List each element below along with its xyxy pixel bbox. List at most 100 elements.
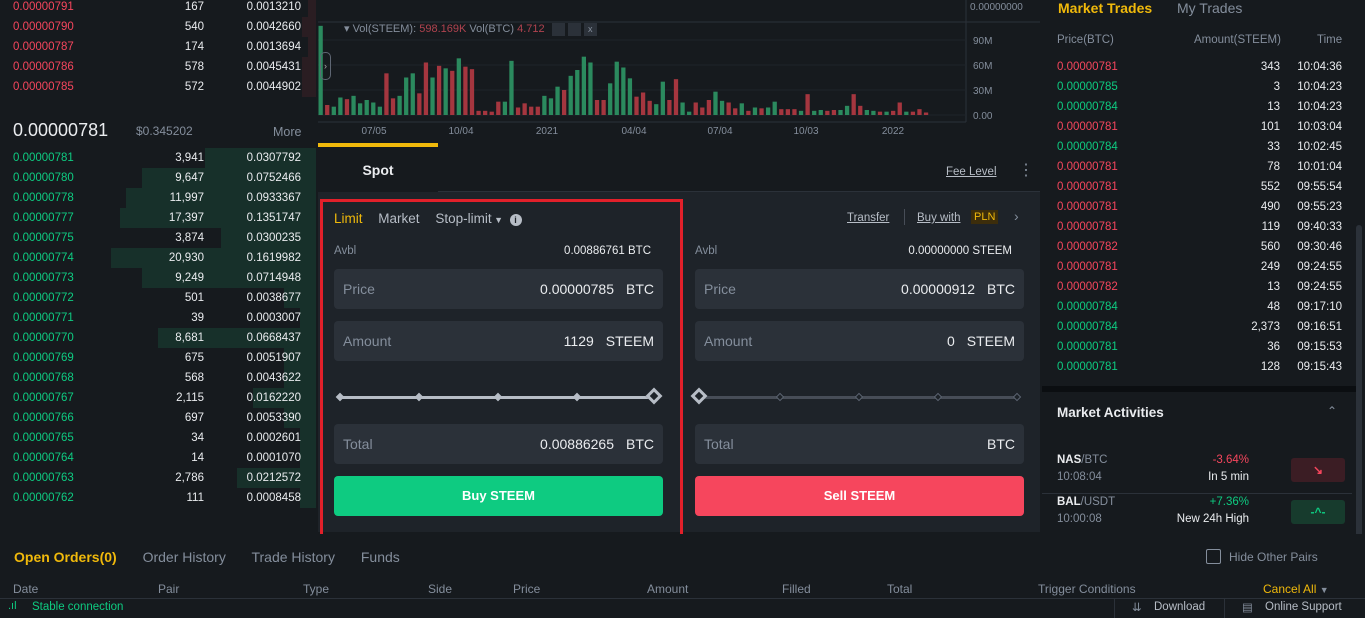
ask-row[interactable]: 0.00000785 572 0.0044902 xyxy=(0,77,316,97)
tab-funds[interactable]: Funds xyxy=(361,549,400,565)
bid-row[interactable]: 0.00000781 3,941 0.0307792 xyxy=(0,148,316,168)
bid-row[interactable]: 0.00000780 9,647 0.0752466 xyxy=(0,168,316,188)
bid-row[interactable]: 0.00000762 111 0.0008458 xyxy=(0,488,316,508)
bid-row[interactable]: 0.00000777 17,397 0.1351747 xyxy=(0,208,316,228)
bid-price: 0.00000767 xyxy=(13,392,74,404)
ask-row[interactable]: 0.00000790 540 0.0042660 xyxy=(0,17,316,37)
volume-bar xyxy=(772,101,777,115)
more-link[interactable]: More xyxy=(273,125,301,139)
volume-bar xyxy=(726,102,731,115)
bid-row[interactable]: 0.00000771 39 0.0003007 xyxy=(0,308,316,328)
bid-row[interactable]: 0.00000775 3,874 0.0300235 xyxy=(0,228,316,248)
activity-desc: In 5 min xyxy=(1208,471,1249,483)
trade-price: 0.00000781 xyxy=(1057,341,1118,353)
volume-bar xyxy=(561,90,567,115)
volume-bar xyxy=(542,95,547,115)
trade-price: 0.00000781 xyxy=(1057,161,1118,173)
bid-row[interactable]: 0.00000767 2,115 0.0162220 xyxy=(0,388,316,408)
download-link[interactable]: Download xyxy=(1154,601,1205,613)
trade-amount: 119 xyxy=(1261,221,1280,233)
bid-row[interactable]: 0.00000774 20,930 0.1619982 xyxy=(0,248,316,268)
tab-my-trades[interactable]: My Trades xyxy=(1177,0,1242,16)
percent-slider[interactable] xyxy=(334,387,663,407)
scrollbar[interactable] xyxy=(1356,225,1362,545)
slider-mark[interactable] xyxy=(493,392,503,402)
slider-mark[interactable] xyxy=(335,392,345,402)
tab-order-history[interactable]: Order History xyxy=(143,549,226,565)
ask-total: 0.0013210 xyxy=(246,1,301,13)
activity-item[interactable]: NAS/BTC 10:08:04 -3.64% In 5 min ↘ xyxy=(1042,454,1352,494)
volume-bar xyxy=(417,93,422,115)
price-input[interactable]: Price 0.00000912 BTC xyxy=(695,269,1024,309)
cancel-all-button[interactable]: Cancel All ▼ xyxy=(1263,582,1329,596)
download-icon[interactable]: ⇊ xyxy=(1132,600,1142,614)
sell-button[interactable]: Sell STEEM xyxy=(695,476,1024,516)
tab-market-trades[interactable]: Market Trades xyxy=(1058,0,1152,16)
expand-chevron-icon[interactable]: › xyxy=(320,52,331,80)
bid-row[interactable]: 0.00000764 14 0.0001070 xyxy=(0,448,316,468)
price-tick-label: 0.00000000 xyxy=(970,2,1023,13)
percent-slider[interactable] xyxy=(690,387,1024,407)
price-input[interactable]: Price 0.00000785 BTC xyxy=(334,269,663,309)
trade-amount: 48 xyxy=(1267,301,1280,313)
trade-row: 0.00000782 13 09:24:55 xyxy=(1042,277,1342,297)
volume-bar xyxy=(923,112,929,115)
tab-trade-history[interactable]: Trade History xyxy=(251,549,335,565)
bid-row[interactable]: 0.00000770 8,681 0.0668437 xyxy=(0,328,316,348)
ask-total: 0.0044902 xyxy=(246,81,301,93)
online-support-link[interactable]: Online Support xyxy=(1265,601,1342,613)
bid-row[interactable]: 0.00000778 11,997 0.0933367 xyxy=(0,188,316,208)
price-label: Price xyxy=(343,281,375,297)
amount-input[interactable]: Amount 1129 STEEM xyxy=(334,321,663,361)
volume-bar xyxy=(673,79,679,115)
slider-mark[interactable] xyxy=(1012,392,1022,402)
activity-item[interactable]: BAL/USDT 10:00:08 +7.36% New 24h High -^- xyxy=(1042,496,1352,536)
slider-mark[interactable] xyxy=(933,392,943,402)
bid-row[interactable]: 0.00000769 675 0.0051907 xyxy=(0,348,316,368)
volume-bar xyxy=(357,103,363,115)
close-icon[interactable]: x xyxy=(583,22,597,36)
trade-time: 10:03:04 xyxy=(1297,121,1342,133)
volume-bar xyxy=(792,109,797,115)
ask-row[interactable]: 0.00000791 167 0.0013210 xyxy=(0,0,316,17)
slider-mark[interactable] xyxy=(572,392,582,402)
bid-row[interactable]: 0.00000773 9,249 0.0714948 xyxy=(0,268,316,288)
chart-legend: ▾ Vol(STEEM): 598.169K Vol(BTC) 4.712 x xyxy=(344,22,597,36)
new-high-icon: -^- xyxy=(1291,500,1345,524)
hide-other-pairs-checkbox[interactable] xyxy=(1206,549,1221,564)
amount-value: 1129 xyxy=(563,333,594,349)
settings-icon[interactable] xyxy=(567,22,581,36)
total-input[interactable]: Total BTC xyxy=(695,424,1024,464)
bid-row[interactable]: 0.00000766 697 0.0053390 xyxy=(0,408,316,428)
activity-change: +7.36% xyxy=(1209,496,1249,508)
ask-price: 0.00000787 xyxy=(13,41,74,53)
ask-amount: 572 xyxy=(184,81,204,93)
bid-row[interactable]: 0.00000763 2,786 0.0212572 xyxy=(0,468,316,488)
collapse-icon[interactable]: ⌃ xyxy=(1327,404,1337,418)
bid-row[interactable]: 0.00000772 501 0.0038677 xyxy=(0,288,316,308)
ask-total: 0.0013694 xyxy=(246,41,301,53)
y-tick-label: 30M xyxy=(973,86,992,97)
y-tick-label: 60M xyxy=(973,61,992,72)
volume-bar xyxy=(555,86,560,115)
volume-bar xyxy=(877,111,883,115)
bid-row[interactable]: 0.00000765 34 0.0002601 xyxy=(0,428,316,448)
bid-row[interactable]: 0.00000768 568 0.0043622 xyxy=(0,368,316,388)
volume-bar xyxy=(654,104,659,115)
chat-icon[interactable]: ▤ xyxy=(1242,600,1253,614)
slider-mark[interactable] xyxy=(690,387,708,405)
volume-bar xyxy=(489,111,494,115)
buy-button[interactable]: Buy STEEM xyxy=(334,476,663,516)
ask-row[interactable]: 0.00000787 174 0.0013694 xyxy=(0,37,316,57)
trade-time: 10:04:23 xyxy=(1297,101,1342,113)
slider-mark[interactable] xyxy=(414,392,424,402)
bid-total: 0.0300235 xyxy=(246,232,301,244)
slider-mark[interactable] xyxy=(775,392,785,402)
amount-input[interactable]: Amount 0 STEEM xyxy=(695,321,1024,361)
slider-mark[interactable] xyxy=(645,387,663,405)
slider-mark[interactable] xyxy=(854,392,864,402)
eye-icon[interactable] xyxy=(551,22,565,36)
tab-open-orders[interactable]: Open Orders(0) xyxy=(14,549,117,565)
ask-row[interactable]: 0.00000786 578 0.0045431 xyxy=(0,57,316,77)
total-input[interactable]: Total 0.00886265 BTC xyxy=(334,424,663,464)
